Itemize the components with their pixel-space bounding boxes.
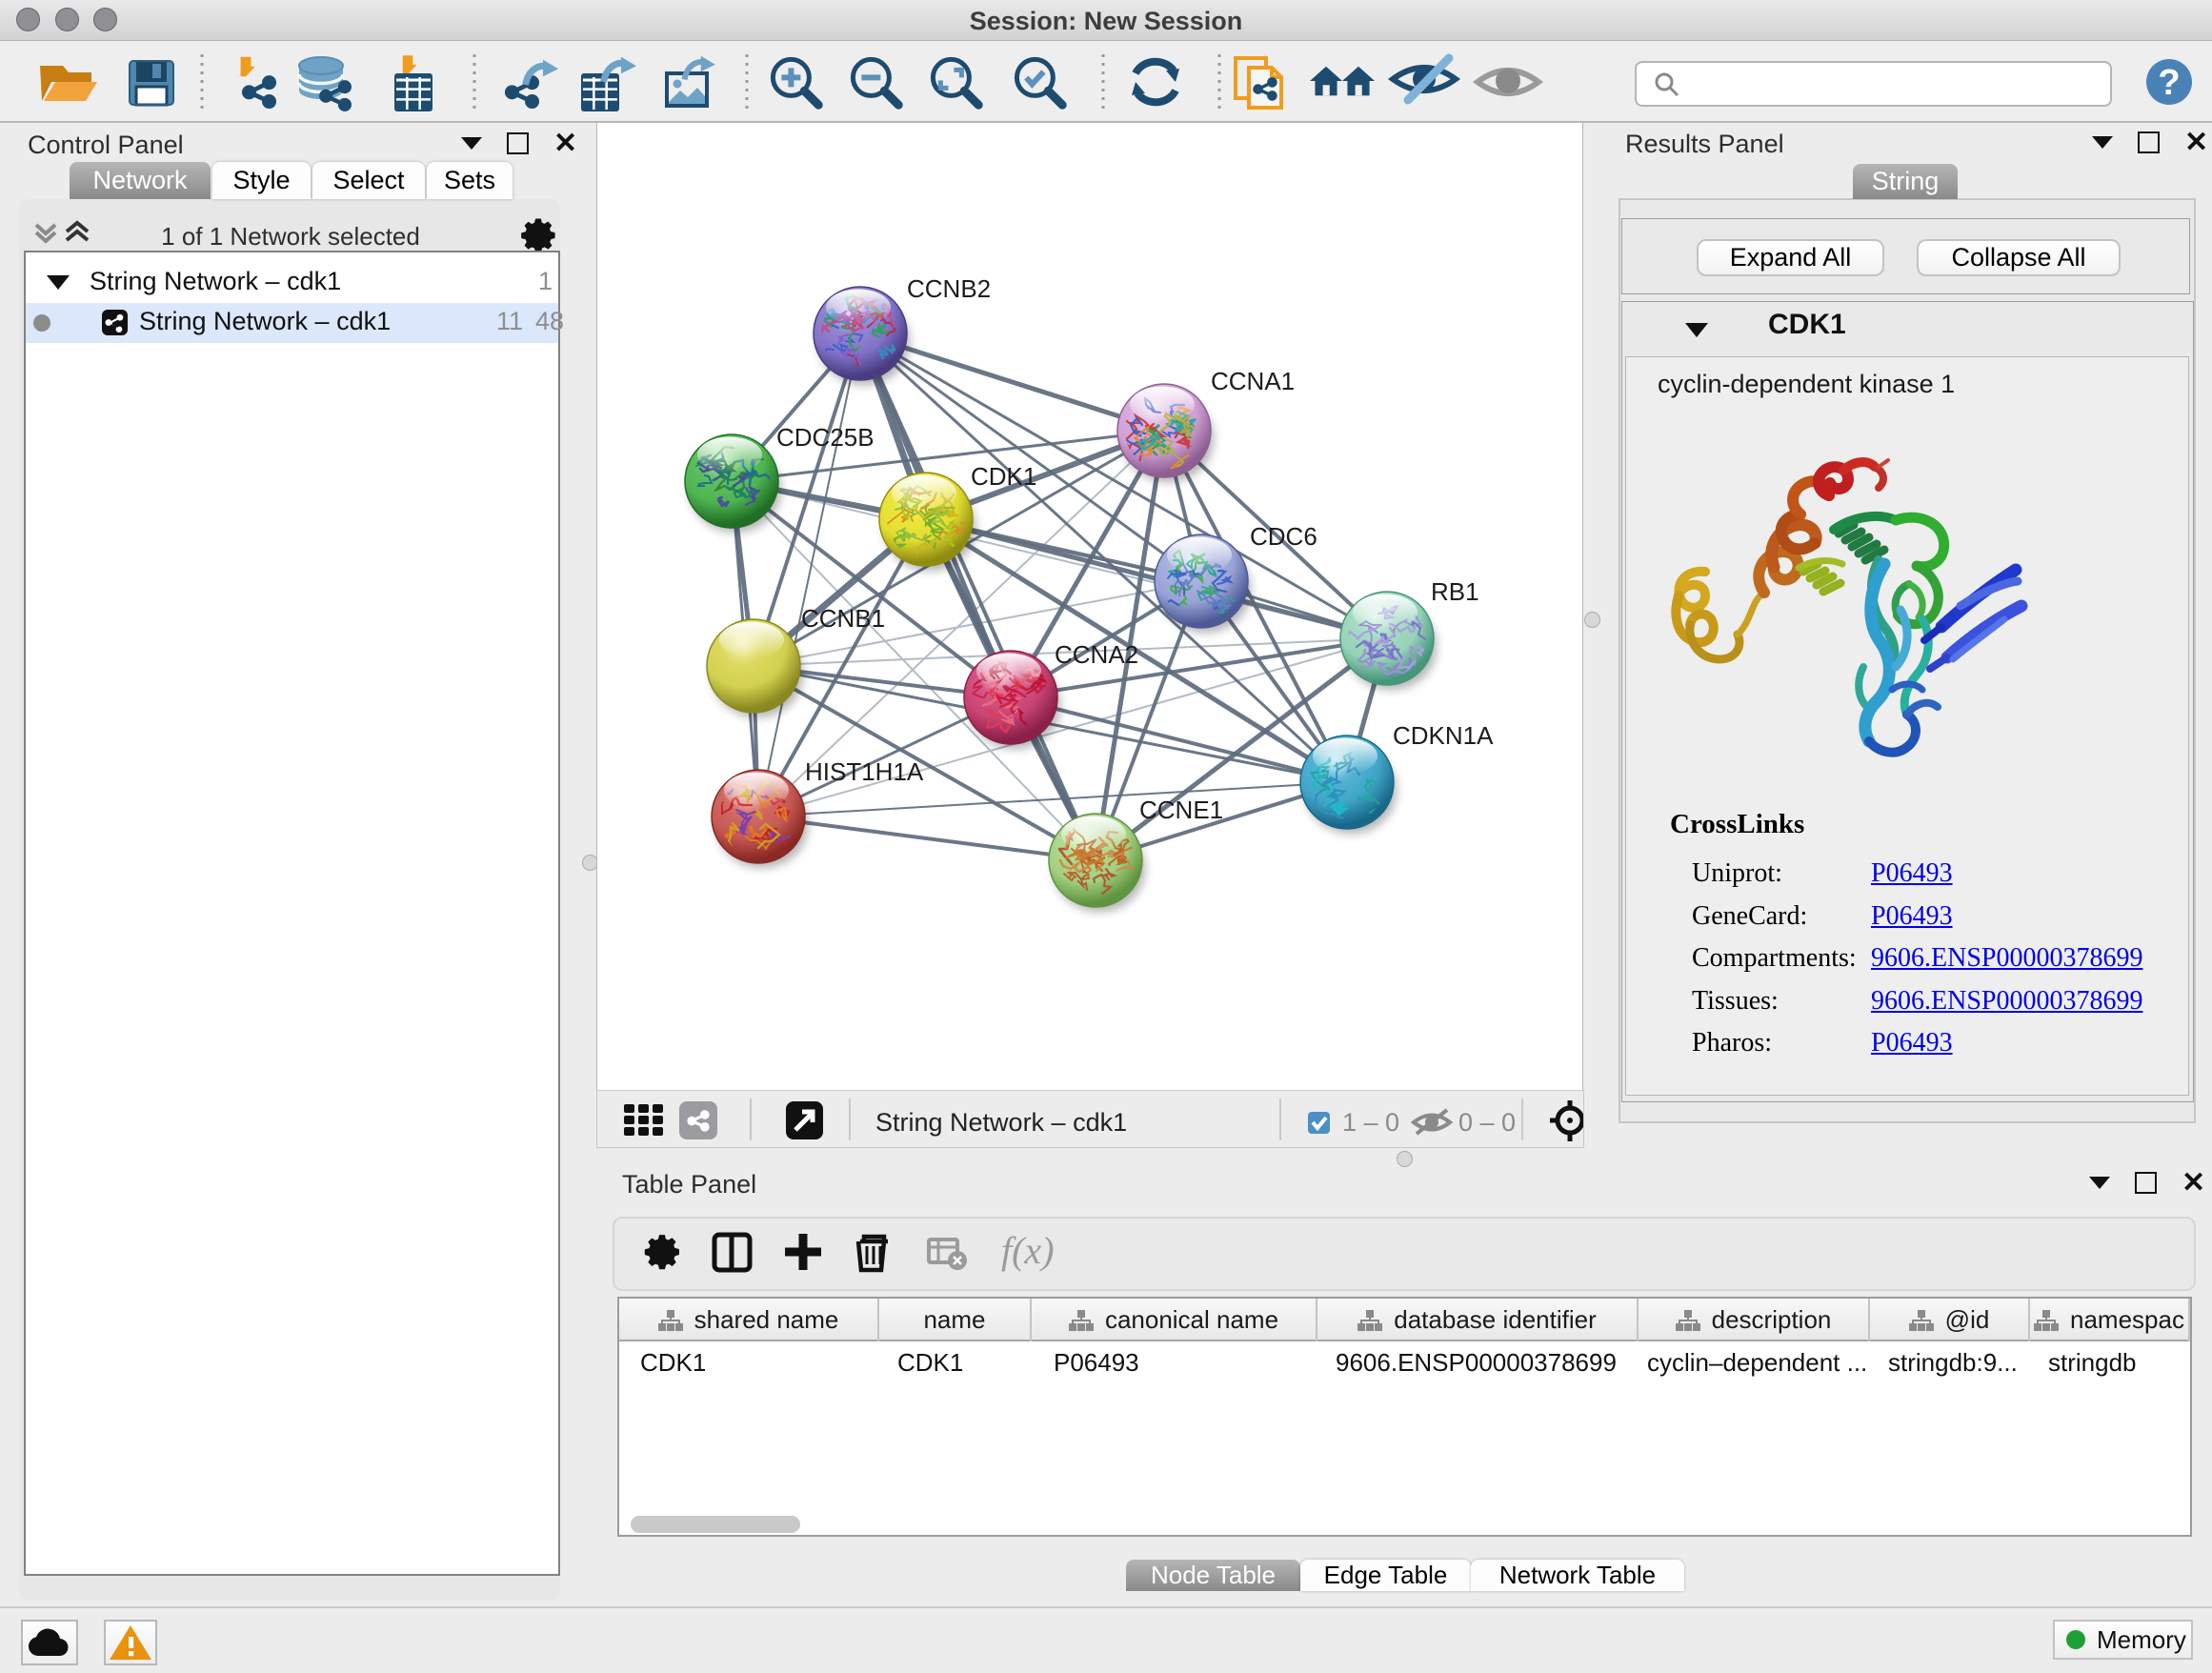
svg-text:RB1: RB1 — [1431, 577, 1479, 606]
svg-text:CDK1: CDK1 — [971, 462, 1036, 491]
svg-text:0 – 0: 0 – 0 — [1458, 1108, 1516, 1137]
svg-text:1 – 0: 1 – 0 — [1342, 1108, 1399, 1137]
svg-text:CCNE1: CCNE1 — [1139, 796, 1223, 824]
svg-text:CCNB1: CCNB1 — [801, 604, 885, 633]
svg-text:f(x): f(x) — [1001, 1229, 1055, 1272]
svg-text:CCNB2: CCNB2 — [907, 274, 991, 303]
svg-text:String Network – cdk1: String Network – cdk1 — [875, 1108, 1127, 1137]
svg-text:CDKN1A: CDKN1A — [1393, 721, 1494, 750]
svg-text:CDC25B: CDC25B — [776, 423, 875, 452]
svg-text:?: ? — [2158, 63, 2180, 103]
svg-text:CCNA2: CCNA2 — [1055, 640, 1138, 669]
svg-text:CCNA1: CCNA1 — [1211, 367, 1295, 395]
svg-text:CDC6: CDC6 — [1250, 522, 1317, 551]
svg-text:HIST1H1A: HIST1H1A — [805, 757, 924, 786]
